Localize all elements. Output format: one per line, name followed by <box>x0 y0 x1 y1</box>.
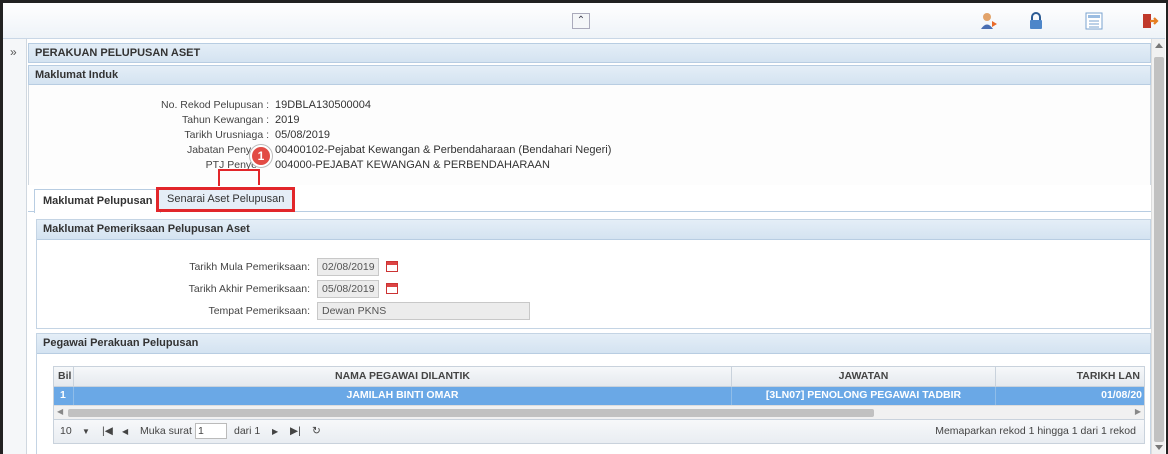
scroll-left-icon[interactable]: ◀ <box>57 407 63 416</box>
list-view-icon[interactable] <box>1084 11 1104 31</box>
tab-senarai-aset-pelupusan[interactable]: Senarai Aset Pelupusan <box>156 187 296 212</box>
pegawai-header: Pegawai Perakuan Pelupusan <box>37 334 1150 354</box>
page-number-input[interactable]: 1 <box>195 423 227 439</box>
scroll-down-icon[interactable] <box>1155 445 1163 450</box>
tempat-label: Tempat Pemeriksaan: <box>208 305 310 317</box>
col-nama-pegawai[interactable]: NAMA PEGAWAI DILANTIK <box>74 367 732 386</box>
first-page-icon[interactable]: |◀ <box>102 425 113 437</box>
callout-connector-vertical <box>258 169 260 185</box>
page-label: Muka surat <box>140 425 192 437</box>
field-no-rekod: No. Rekod Pelupusan : <box>161 99 269 111</box>
prev-page-icon[interactable]: ◀ <box>122 427 128 436</box>
pegawai-grid: Bil NAMA PEGAWAI DILANTIK JAWATAN TARIKH… <box>53 366 1145 444</box>
page-title: PERAKUAN PELUPUSAN ASET <box>28 43 1151 63</box>
chevron-down-icon[interactable]: ▼ <box>82 427 90 436</box>
pemeriksaan-header: Maklumat Pemeriksaan Pelupusan Aset <box>37 220 1150 240</box>
tempat-input[interactable]: Dewan PKNS <box>317 302 530 320</box>
field-jabatan-penyedia: Jabatan Penye <box>186 144 257 156</box>
value-tahun-kewangan: 2019 <box>275 114 300 126</box>
side-panel-toggle[interactable]: » <box>3 39 27 454</box>
next-page-icon[interactable]: ▶ <box>272 427 278 436</box>
col-tarikh[interactable]: TARIKH LAN <box>996 367 1146 386</box>
pemeriksaan-section: Maklumat Pemeriksaan Pelupusan Aset Tari… <box>36 219 1151 329</box>
scrollbar-thumb[interactable] <box>68 409 874 417</box>
tabs-bar: Maklumat Pelupusan Senarai Aset Pelupusa… <box>28 186 1151 213</box>
cell-tarikh: 01/08/20 <box>1101 389 1142 401</box>
col-bil[interactable]: Bil <box>54 367 74 386</box>
calendar-icon[interactable] <box>386 261 398 272</box>
tab-maklumat-pelupusan[interactable]: Maklumat Pelupusan <box>34 189 162 213</box>
col-jawatan[interactable]: JAWATAN <box>732 367 996 386</box>
tarikh-akhir-label: Tarikh Akhir Pemeriksaan: <box>188 283 310 295</box>
lock-icon[interactable] <box>1026 11 1046 31</box>
induk-panel: No. Rekod Pelupusan : 19DBLA130500004 Ta… <box>28 85 1151 185</box>
page-count-label: dari 1 <box>234 425 261 437</box>
logout-icon[interactable] <box>1140 11 1160 31</box>
value-jabatan-penyedia: 00400102-Pejabat Kewangan & Perbendahara… <box>275 144 612 156</box>
value-ptj-penyedia: 004000-PEJABAT KEWANGAN & PERBENDAHARAAN <box>275 159 550 171</box>
main-content: PERAKUAN PELUPUSAN ASET Maklumat Induk N… <box>28 39 1151 454</box>
cell-nama: JAMILAH BINTI OMAR <box>74 387 732 405</box>
grid-header-row: Bil NAMA PEGAWAI DILANTIK JAWATAN TARIKH… <box>54 367 1144 387</box>
page-size-select[interactable]: 10 <box>60 425 72 437</box>
grid-pager: 10 ▼ |◀ ◀ Muka surat 1 dari 1 ▶ ▶| ↻ Mem… <box>54 419 1144 443</box>
records-summary: Memaparkan rekod 1 hingga 1 dari 1 rekod <box>935 425 1136 437</box>
double-chevron-up-icon[interactable]: ⌃ <box>572 13 590 29</box>
value-no-rekod: 19DBLA130500004 <box>275 99 372 111</box>
horizontal-scrollbar[interactable]: ◀ ▶ <box>54 405 1144 419</box>
tarikh-mula-input[interactable]: 02/08/2019 <box>317 258 379 276</box>
cell-jawatan: [3LN07] PENOLONG PEGAWAI TADBIR <box>732 387 996 405</box>
vertical-scrollbar[interactable] <box>1151 39 1165 454</box>
value-tarikh-urusniaga: 05/08/2019 <box>275 129 331 141</box>
pegawai-section: Pegawai Perakuan Pelupusan Bil NAMA PEGA… <box>36 333 1151 454</box>
scrollbar-thumb[interactable] <box>1154 57 1164 442</box>
tarikh-mula-label: Tarikh Mula Pemeriksaan: <box>189 261 310 273</box>
refresh-icon[interactable]: ↻ <box>312 425 321 437</box>
expand-icon: » <box>10 45 17 59</box>
scroll-right-icon[interactable]: ▶ <box>1135 407 1141 416</box>
callout-connector-horizontal <box>218 169 260 171</box>
calendar-icon[interactable] <box>386 283 398 294</box>
user-switch-icon[interactable] <box>978 11 998 31</box>
callout-step-badge: 1 <box>250 145 272 167</box>
last-page-icon[interactable]: ▶| <box>290 425 301 437</box>
cell-bil: 1 <box>54 387 74 405</box>
table-row[interactable]: 1 JAMILAH BINTI OMAR [3LN07] PENOLONG PE… <box>54 387 1144 405</box>
scroll-up-icon[interactable] <box>1155 43 1163 48</box>
field-tahun-kewangan: Tahun Kewangan : <box>182 114 269 126</box>
top-bar: ⌃ <box>3 3 1165 39</box>
field-tarikh-urusniaga: Tarikh Urusniaga : <box>184 129 269 141</box>
tarikh-akhir-input[interactable]: 05/08/2019 <box>317 280 379 298</box>
induk-header: Maklumat Induk <box>28 65 1151 85</box>
